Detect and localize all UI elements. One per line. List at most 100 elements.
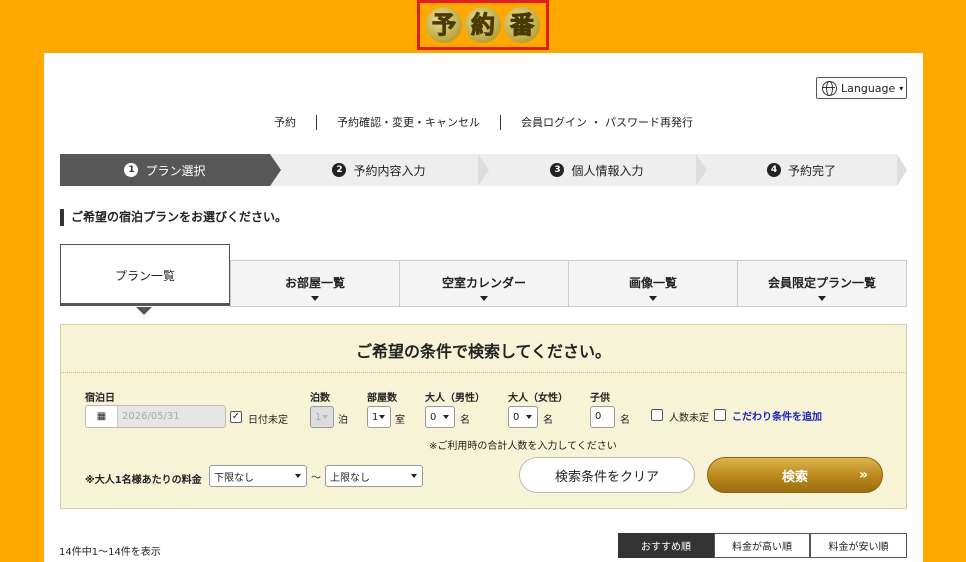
tab-label: 空室カレンダー [441, 276, 526, 290]
search-panel: ご希望の条件で検索してください。 宿泊日 ▦ 2026/05/31 ✓ 日付未定… [60, 324, 907, 509]
step-number: 2 [332, 163, 347, 177]
people-undecided-label: 人数未定 [669, 413, 709, 424]
chevron-down-icon [443, 415, 449, 419]
sort-price-low[interactable]: 料金が安い順 [810, 533, 907, 558]
adult-male-select[interactable]: 0 [425, 406, 455, 428]
price-max-select[interactable]: 上限なし [325, 465, 423, 487]
step-label: 予約完了 [787, 163, 836, 178]
adult-female-label: 大人（女性） [508, 393, 568, 404]
chevron-down-icon [411, 474, 417, 478]
tab-room-list[interactable]: お部屋一覧 [230, 260, 400, 307]
plan-tabs: プラン一覧 お部屋一覧 空室カレンダー 画像一覧 会員限定プラン一覧 [60, 244, 907, 307]
step-divider [696, 154, 707, 186]
logo-char: 約 [465, 7, 501, 43]
nights-label: 泊数 [310, 393, 330, 404]
price-label: ※大人1名様あたりの料金 [85, 475, 202, 486]
step-number: 4 [766, 163, 781, 177]
step-label: 個人情報入力 [571, 163, 644, 178]
nights-value: 1 [315, 411, 322, 423]
divider [61, 372, 906, 373]
people-unit: 名 [620, 415, 630, 426]
sort-price-high[interactable]: 料金が高い順 [714, 533, 810, 558]
price-min-value: 下限なし [214, 472, 254, 484]
logo-char: 予 [426, 7, 462, 43]
step-number: 1 [124, 163, 139, 177]
booking-steps: 1 プラン選択 2 予約内容入力 3 個人情報入力 4 予約完了 [60, 154, 907, 186]
date-undecided-label: 日付未定 [248, 415, 288, 426]
people-unit: 名 [543, 415, 553, 426]
step-reservation-input: 2 予約内容入力 [270, 154, 488, 186]
chevron-down-icon [311, 296, 319, 301]
top-nav: 予約 予約確認・変更・キャンセル 会員ログイン ・ パスワード再発行 [44, 115, 923, 130]
nav-reserve[interactable]: 予約 [254, 115, 316, 130]
search-button-label: 検索 [781, 469, 808, 485]
sort-recommended[interactable]: おすすめ順 [618, 533, 714, 558]
checkin-label: 宿泊日 [85, 393, 115, 404]
nights-unit: 泊 [338, 415, 348, 426]
step-label: プラン選択 [145, 163, 206, 178]
site-logo[interactable]: 予 約 番 [417, 0, 549, 50]
calendar-icon[interactable]: ▦ [86, 406, 118, 427]
step-divider [897, 154, 907, 186]
page-heading: ご希望の宿泊プランをお選びください。 [60, 209, 287, 226]
chevron-down-icon [322, 415, 328, 419]
extra-conditions-checkbox[interactable] [714, 409, 726, 421]
language-selector[interactable]: Language ▾ [816, 77, 907, 99]
rooms-value: 1 [372, 411, 379, 423]
nights-select[interactable]: 1 [310, 406, 334, 428]
step-number: 3 [550, 163, 565, 177]
add-conditions-link[interactable]: こだわり条件を追加 [732, 408, 822, 423]
tab-label: お部屋一覧 [284, 276, 345, 290]
chevron-down-icon [818, 296, 826, 301]
date-undecided-checkbox[interactable]: ✓ [230, 411, 242, 423]
clear-conditions-button[interactable]: 検索条件をクリア [519, 457, 695, 493]
price-min-select[interactable]: 下限なし [209, 465, 307, 487]
rooms-label: 部屋数 [367, 393, 397, 404]
checkin-date-value: 2026/05/31 [122, 411, 180, 422]
chevron-down-icon: ▾ [899, 83, 904, 93]
search-button[interactable]: 検索 » [707, 457, 883, 493]
people-undecided-checkbox[interactable] [651, 409, 663, 421]
rooms-select[interactable]: 1 [367, 406, 391, 428]
adult-male-label: 大人（男性） [425, 393, 485, 404]
tab-image-list[interactable]: 画像一覧 [568, 260, 738, 307]
tab-label: 画像一覧 [628, 276, 677, 290]
main-panel: Language ▾ 予約 予約確認・変更・キャンセル 会員ログイン ・ パスワ… [44, 53, 923, 562]
double-arrow-icon: » [858, 467, 868, 483]
chevron-down-icon [526, 415, 532, 419]
tab-label: プラン一覧 [114, 269, 175, 283]
tab-availability-calendar[interactable]: 空室カレンダー [399, 260, 569, 307]
nav-member-login[interactable]: 会員ログイン ・ パスワード再発行 [500, 115, 713, 130]
step-personal-info: 3 個人情報入力 [488, 154, 706, 186]
price-separator: ～ [311, 473, 321, 484]
step-divider [270, 154, 281, 186]
price-max-value: 上限なし [330, 472, 370, 484]
tab-member-plans[interactable]: 会員限定プラン一覧 [737, 260, 907, 307]
child-label: 子供 [590, 393, 610, 404]
tab-label: 会員限定プラン一覧 [767, 276, 876, 290]
chevron-down-icon [295, 474, 301, 478]
adult-female-value: 0 [513, 411, 520, 423]
child-count-input[interactable]: 0 [590, 406, 615, 428]
step-label: 予約内容入力 [353, 163, 426, 178]
tab-plan-list[interactable]: プラン一覧 [60, 244, 230, 306]
rooms-unit: 室 [395, 415, 405, 426]
result-count: 14件中1～14件を表示 [59, 547, 161, 558]
people-note: ※ご利用時の合計人数を入力してください [429, 441, 617, 452]
globe-icon [822, 80, 837, 96]
language-label: Language [841, 81, 896, 95]
nav-confirm-change-cancel[interactable]: 予約確認・変更・キャンセル [316, 115, 500, 130]
active-tab-pointer [136, 307, 152, 315]
people-unit: 名 [460, 415, 470, 426]
adult-female-select[interactable]: 0 [508, 406, 538, 428]
step-complete: 4 予約完了 [706, 154, 897, 186]
chevron-down-icon [379, 415, 385, 419]
logo-char: 番 [504, 7, 540, 43]
step-plan-select: 1 プラン選択 [60, 154, 270, 186]
checkin-date-field[interactable]: ▦ 2026/05/31 [85, 405, 226, 428]
adult-male-value: 0 [430, 411, 437, 423]
chevron-down-icon [649, 296, 657, 301]
chevron-down-icon [480, 296, 488, 301]
search-title: ご希望の条件で検索してください。 [355, 342, 612, 361]
step-divider [478, 154, 489, 186]
